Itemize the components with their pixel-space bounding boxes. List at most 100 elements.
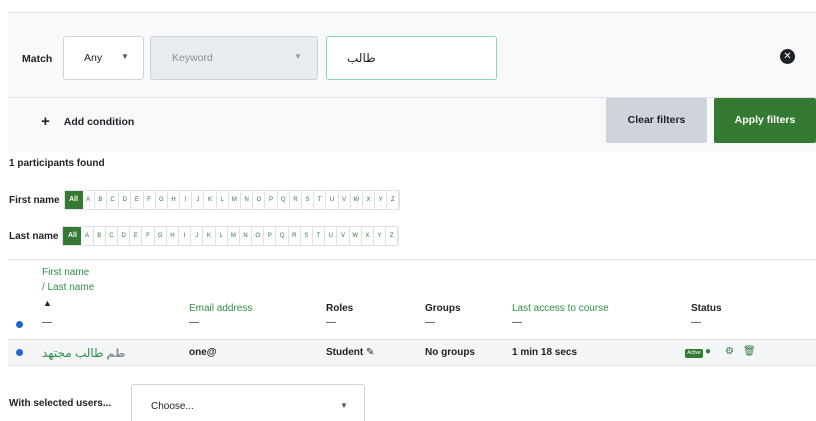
- collapse-dash: —: [326, 317, 336, 328]
- initial-letter-button[interactable]: E: [131, 191, 144, 209]
- initial-letter-button[interactable]: R: [288, 227, 301, 245]
- initial-letter-button[interactable]: X: [362, 191, 376, 209]
- initial-letter-button[interactable]: Z: [386, 227, 399, 245]
- last-name-initials-bar: Last name All ABCDEFGHIJKLMNOPQRSTUVWXYZ: [9, 226, 400, 246]
- initial-letter-button[interactable]: U: [325, 227, 338, 245]
- user-email: one@: [189, 347, 217, 358]
- initial-letter-button[interactable]: B: [94, 191, 107, 209]
- participants-found-count: 1 participants found: [9, 158, 105, 169]
- initial-letter-button[interactable]: A: [81, 227, 94, 245]
- initial-letter-button[interactable]: M: [227, 227, 240, 245]
- filter-panel: Match Any ▼ Keyword ▼ طالب ✕ + Add condi…: [8, 12, 816, 151]
- initial-letter-button[interactable]: U: [326, 191, 339, 209]
- add-condition-label: Add condition: [63, 115, 135, 128]
- initial-letter-button[interactable]: C: [105, 227, 119, 245]
- initial-letter-button[interactable]: M: [228, 191, 242, 209]
- keyword-input[interactable]: طالب: [326, 36, 497, 80]
- initial-letter-button[interactable]: V: [337, 227, 350, 245]
- initial-letter-button[interactable]: F: [143, 191, 156, 209]
- initial-letter-button[interactable]: Y: [375, 191, 388, 209]
- keyword-input-value: طالب: [347, 51, 376, 65]
- filter-type-select[interactable]: Keyword ▼: [150, 36, 318, 80]
- initial-letter-button[interactable]: G: [155, 191, 168, 209]
- initial-letter-button[interactable]: R: [289, 191, 302, 209]
- initial-letter-button[interactable]: B: [93, 227, 106, 245]
- initial-letter-button[interactable]: W: [350, 191, 363, 209]
- match-select[interactable]: Any ▼: [63, 36, 144, 80]
- initial-letter-button[interactable]: K: [204, 191, 217, 209]
- sort-last-name-link[interactable]: / Last name: [42, 282, 94, 293]
- initial-letter-button[interactable]: S: [301, 191, 315, 209]
- add-condition-button[interactable]: + Add condition: [41, 113, 134, 130]
- initial-letter-button[interactable]: O: [253, 191, 266, 209]
- sort-email-link[interactable]: Email address: [189, 303, 252, 314]
- trash-icon[interactable]: 🗑: [743, 346, 756, 357]
- pencil-icon[interactable]: ✎: [366, 347, 374, 358]
- bulk-action-value: Choose...: [151, 401, 194, 412]
- last-name-initials-label: Last name: [9, 230, 59, 242]
- initial-letter-button[interactable]: P: [264, 227, 277, 245]
- select-all-checkbox[interactable]: [16, 321, 23, 328]
- remove-condition-close-icon[interactable]: ✕: [780, 49, 795, 64]
- collapse-dash: —: [189, 317, 199, 328]
- user-name-link[interactable]: طم طالب مجتهد: [42, 346, 125, 360]
- row-select-checkbox[interactable]: [16, 349, 23, 356]
- initial-letter-button[interactable]: I: [180, 191, 193, 209]
- first-name-initials-bar: First name All ABCDEFGHIJKLMNOPQRSTUVWXY…: [9, 190, 401, 210]
- status-badge: Active: [685, 349, 703, 358]
- collapse-dash: —: [425, 317, 435, 328]
- first-name-initials-buttons: All ABCDEFGHIJKLMNOPQRSTUVWXYZ: [63, 190, 401, 210]
- initial-letter-button[interactable]: K: [203, 227, 216, 245]
- initial-letter-button[interactable]: V: [338, 191, 351, 209]
- initial-letter-button[interactable]: D: [119, 191, 132, 209]
- initial-letter-button[interactable]: T: [313, 227, 326, 245]
- user-role: Student ✎: [326, 347, 374, 358]
- initial-letter-button[interactable]: Y: [373, 227, 387, 245]
- initial-letter-button[interactable]: H: [167, 191, 181, 209]
- last-name-initials-buttons: All ABCDEFGHIJKLMNOPQRSTUVWXYZ: [62, 226, 400, 246]
- initial-letter-button[interactable]: W: [349, 227, 362, 245]
- initial-letter-button[interactable]: Q: [276, 227, 289, 245]
- initial-letter-button[interactable]: Z: [387, 191, 400, 209]
- info-icon[interactable]: ●: [705, 346, 711, 357]
- initial-letter-button[interactable]: A: [82, 191, 95, 209]
- bulk-action-label: With selected users...: [9, 398, 112, 409]
- sort-first-name-link[interactable]: First name: [42, 267, 89, 278]
- sort-last-access-link[interactable]: Last access to course: [512, 303, 609, 314]
- bulk-action-select[interactable]: Choose... ▼: [131, 384, 365, 421]
- initial-letter-button[interactable]: L: [216, 191, 229, 209]
- collapse-dash: —: [42, 317, 52, 328]
- status-header: Status: [691, 303, 722, 314]
- initial-all-button[interactable]: All: [63, 227, 82, 245]
- initial-letter-button[interactable]: Q: [277, 191, 290, 209]
- first-name-initials-label: First name: [9, 194, 60, 206]
- collapse-dash: —: [512, 317, 522, 328]
- initial-letter-button[interactable]: F: [142, 227, 155, 245]
- initial-letter-button[interactable]: C: [106, 191, 120, 209]
- initial-letter-button[interactable]: L: [215, 227, 228, 245]
- roles-header: Roles: [326, 303, 354, 314]
- initial-letter-button[interactable]: O: [252, 227, 265, 245]
- initial-letter-button[interactable]: N: [239, 227, 253, 245]
- initial-letter-button[interactable]: S: [300, 227, 314, 245]
- initial-letter-button[interactable]: X: [361, 227, 374, 245]
- participants-table-header: First name / Last name ▲ Email address R…: [8, 259, 816, 339]
- filter-row: Match Any ▼ Keyword ▼ طالب ✕: [8, 13, 816, 98]
- initial-letter-button[interactable]: I: [178, 227, 192, 245]
- match-label: Match: [22, 53, 53, 65]
- initial-letter-button[interactable]: J: [192, 191, 205, 209]
- apply-filters-button[interactable]: Apply filters: [714, 98, 816, 143]
- initial-letter-button[interactable]: N: [241, 191, 254, 209]
- initial-letter-button[interactable]: H: [166, 227, 179, 245]
- initial-letter-button[interactable]: P: [265, 191, 278, 209]
- user-full-name: طالب مجتهد: [42, 346, 104, 360]
- initial-letter-button[interactable]: J: [191, 227, 204, 245]
- initial-letter-button[interactable]: T: [314, 191, 327, 209]
- initial-all-button[interactable]: All: [64, 191, 83, 209]
- chevron-down-icon: ▼: [340, 401, 348, 410]
- gear-icon[interactable]: ⚙: [725, 346, 734, 357]
- clear-filters-button[interactable]: Clear filters: [606, 98, 707, 143]
- initial-letter-button[interactable]: G: [154, 227, 167, 245]
- initial-letter-button[interactable]: E: [130, 227, 143, 245]
- initial-letter-button[interactable]: D: [118, 227, 131, 245]
